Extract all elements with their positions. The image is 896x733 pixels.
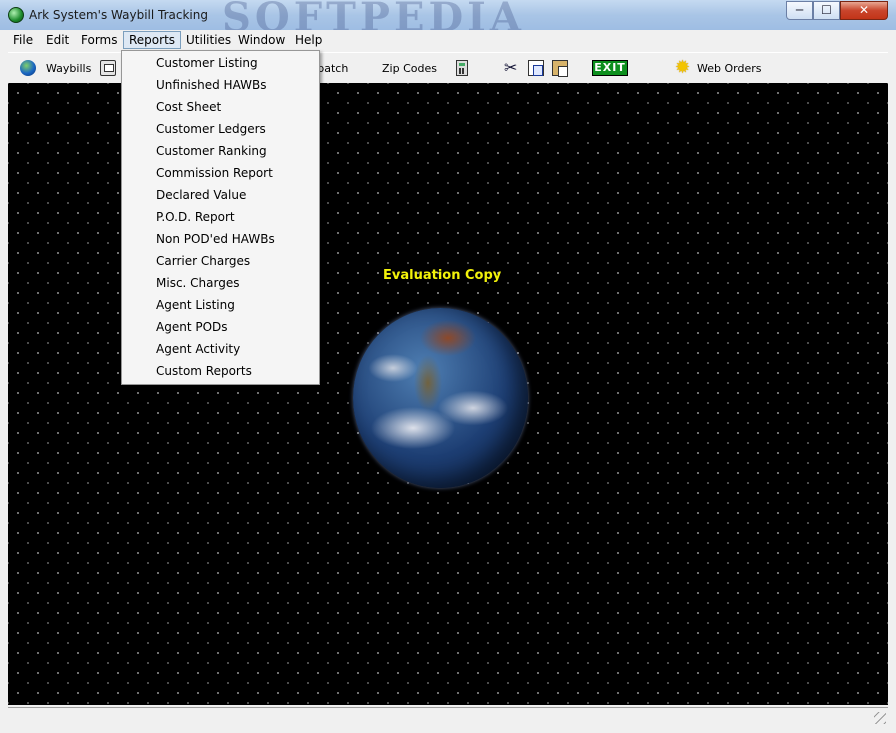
globe-icon: [20, 60, 36, 76]
evaluation-banner: Evaluation Copy: [383, 268, 502, 283]
menu-item-misc-charges[interactable]: Misc. Charges: [156, 274, 239, 292]
maximize-button[interactable]: ☐: [813, 1, 840, 20]
zip-codes-label: Zip Codes: [382, 61, 437, 75]
menu-item-agent-activity[interactable]: Agent Activity: [156, 340, 240, 358]
web-orders-button[interactable]: ✹ Web Orders: [675, 53, 761, 83]
exit-button[interactable]: EXIT: [592, 53, 628, 83]
web-orders-label: Web Orders: [697, 61, 762, 75]
zip-codes-button[interactable]: Zip Codes: [382, 53, 437, 83]
calculator-button[interactable]: [456, 53, 468, 83]
paste-icon: [552, 60, 568, 77]
menu-item-commission-report[interactable]: Commission Report: [156, 164, 273, 182]
menu-window[interactable]: Window: [233, 31, 290, 49]
status-bar: [8, 707, 888, 726]
copy-icon: [528, 60, 544, 76]
copy-button[interactable]: [528, 53, 544, 83]
menu-utilities[interactable]: Utilities: [181, 31, 236, 49]
menu-item-unfinished-hawbs[interactable]: Unfinished HAWBs: [156, 76, 266, 94]
earth-image: [353, 308, 528, 488]
cut-button[interactable]: ✂: [504, 53, 520, 83]
close-button[interactable]: ✕: [840, 1, 888, 20]
menu-item-customer-ledgers[interactable]: Customer Ledgers: [156, 120, 266, 138]
menu-forms[interactable]: Forms: [76, 31, 122, 49]
app-window: SOFTPEDIA Ark System's Waybill Tracking …: [0, 0, 896, 733]
menu-item-custom-reports[interactable]: Custom Reports: [156, 362, 252, 380]
scissors-icon: ✂: [504, 58, 518, 77]
calculator-icon: [456, 60, 468, 76]
menu-item-non-poded-hawbs[interactable]: Non POD'ed HAWBs: [156, 230, 275, 248]
reports-dropdown-menu: Customer Listing Unfinished HAWBs Cost S…: [121, 50, 320, 385]
menu-file[interactable]: File: [8, 31, 38, 49]
waybills-button[interactable]: Waybills: [20, 53, 91, 83]
sun-icon: ✹: [675, 57, 691, 78]
exit-label: EXIT: [592, 60, 628, 76]
menu-item-agent-pods[interactable]: Agent PODs: [156, 318, 228, 336]
app-globe-icon[interactable]: [8, 7, 24, 23]
menu-item-customer-ranking[interactable]: Customer Ranking: [156, 142, 267, 160]
menu-item-agent-listing[interactable]: Agent Listing: [156, 296, 235, 314]
waybills-label: Waybills: [46, 61, 92, 75]
minimize-button[interactable]: ─: [786, 1, 813, 20]
menu-item-cost-sheet[interactable]: Cost Sheet: [156, 98, 221, 116]
print-button[interactable]: [100, 53, 116, 83]
menu-item-carrier-charges[interactable]: Carrier Charges: [156, 252, 250, 270]
menu-item-customer-listing[interactable]: Customer Listing: [156, 54, 258, 72]
menu-bar: File Edit Forms Reports Utilities Window…: [8, 30, 888, 50]
menu-reports[interactable]: Reports: [123, 31, 182, 49]
menu-help[interactable]: Help: [290, 31, 327, 49]
window-title: Ark System's Waybill Tracking: [29, 8, 208, 22]
menu-item-pod-report[interactable]: P.O.D. Report: [156, 208, 235, 226]
title-bar[interactable]: SOFTPEDIA Ark System's Waybill Tracking …: [0, 0, 896, 41]
menu-edit[interactable]: Edit: [41, 31, 74, 49]
paste-button[interactable]: [552, 53, 568, 83]
menu-item-declared-value[interactable]: Declared Value: [156, 186, 246, 204]
resize-grip[interactable]: [874, 712, 886, 724]
printer-icon: [100, 60, 116, 76]
